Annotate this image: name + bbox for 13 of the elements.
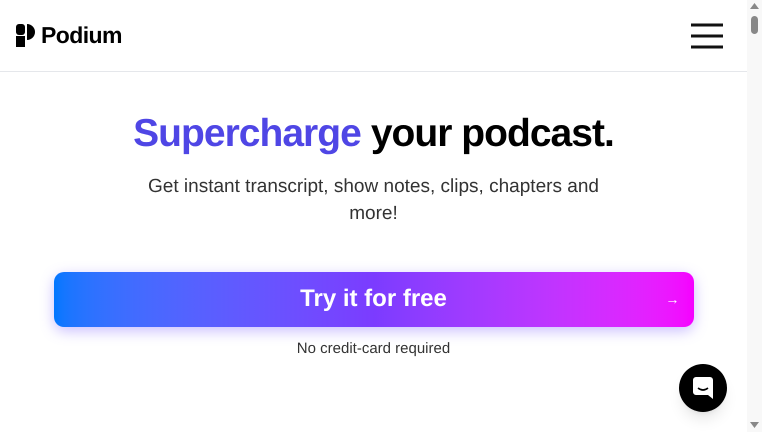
menu-icon[interactable]	[691, 22, 723, 48]
subtitle: Get instant transcript, show notes, clips, chapters and more!	[147, 174, 600, 226]
scrollbar-thumb[interactable]	[751, 16, 758, 34]
scroll-up-icon[interactable]	[750, 3, 759, 9]
try-free-button[interactable]: Try it for free →	[54, 272, 694, 327]
headline-text: your podcast.	[370, 111, 614, 157]
headline-highlight: Supercharge	[133, 111, 361, 157]
scroll-down-icon[interactable]	[750, 422, 759, 428]
logo-text[interactable]: Podium	[41, 18, 122, 53]
chat-icon	[692, 376, 714, 400]
logo-icon	[16, 24, 36, 48]
cta-note: No credit-card required	[296, 338, 450, 359]
chat-button[interactable]	[679, 364, 727, 412]
